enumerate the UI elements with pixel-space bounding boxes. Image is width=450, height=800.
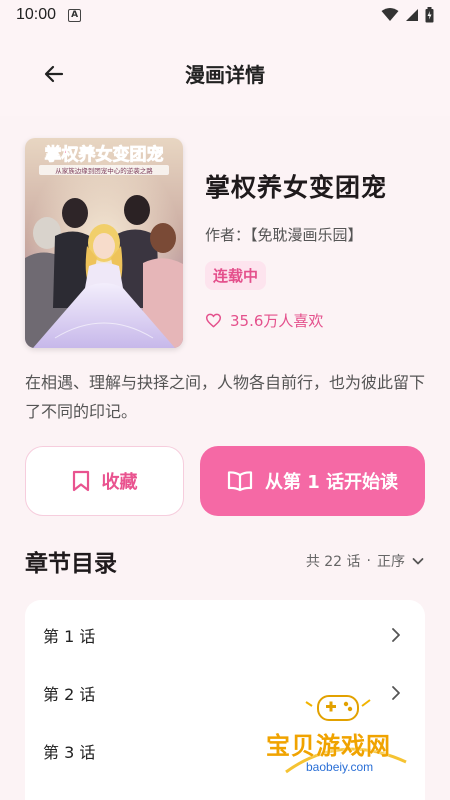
likes-count: 35.6万人喜欢 <box>230 312 324 330</box>
chapter-label: 第 3 话 <box>43 743 96 762</box>
start-reading-button[interactable]: 从第 1 话开始读 <box>200 446 425 516</box>
likes-row: 35.6万人喜欢 <box>205 310 387 331</box>
wifi-icon <box>381 8 399 21</box>
favorite-label: 收藏 <box>101 472 138 493</box>
arrow-left-icon <box>44 65 64 83</box>
chapters-meta: 共 22 话 · 正序 <box>306 551 425 571</box>
book-title: 掌权养女变团宠 <box>205 173 388 202</box>
cover-subtitle-text: 从家族边缘到团宠中心的逆袭之路 <box>55 166 153 175</box>
signal-icon <box>406 9 418 21</box>
chapters-header: 章节目录 共 22 话 · 正序 <box>0 516 450 578</box>
bookmark-icon <box>72 470 89 492</box>
book-description: 在相遇、理解与抉择之间，人物各自前行，也为彼此留下了不同的印记。 <box>25 373 426 421</box>
watermark-text: 宝贝游戏网 <box>266 732 391 760</box>
heart-icon <box>205 313 222 328</box>
author-label: 作者：【免耽漫画乐园】 <box>205 226 363 244</box>
chevron-down-icon <box>412 558 424 565</box>
site-watermark: 宝贝游戏网 baobeiy.com <box>266 692 416 782</box>
book-info: 掌权养女变团宠 从家族边缘到团宠中心的逆袭之路 掌权养女变团宠 作者：【免耽漫画… <box>0 116 450 348</box>
meta-separator: · <box>366 553 371 569</box>
sort-label: 正序 <box>377 554 405 570</box>
chevron-right-icon <box>392 628 400 642</box>
chapter-label: 第 1 话 <box>43 627 96 646</box>
app-header: 漫画详情 <box>0 30 450 116</box>
chapters-title: 章节目录 <box>25 551 117 577</box>
watermark-url: baobeiy.com <box>306 760 374 774</box>
book-meta: 掌权养女变团宠 作者：【免耽漫画乐园】 连载中 35.6万人喜欢 <box>205 138 387 348</box>
status-time: 10:00 <box>16 6 57 23</box>
start-reading-label: 从第 1 话开始读 <box>264 472 399 493</box>
status-bar: 10:00 A <box>0 0 450 30</box>
cover-illustration: 掌权养女变团宠 从家族边缘到团宠中心的逆袭之路 <box>25 138 183 348</box>
book-cover[interactable]: 掌权养女变团宠 从家族边缘到团宠中心的逆袭之路 <box>25 138 183 348</box>
favorite-button[interactable]: 收藏 <box>25 446 184 516</box>
chapter-label: 第 2 话 <box>43 685 96 704</box>
back-button[interactable] <box>38 58 70 90</box>
sort-toggle[interactable]: 正序 <box>377 551 425 571</box>
notification-icon: A <box>68 8 82 22</box>
battery-icon <box>425 7 434 23</box>
open-book-icon <box>227 471 253 492</box>
action-buttons: 收藏 从第 1 话开始读 <box>0 426 450 516</box>
status-badge: 连载中 <box>205 261 267 290</box>
chapter-item[interactable]: 第 1 话 <box>25 606 425 664</box>
detail-content: 掌权养女变团宠 从家族边缘到团宠中心的逆袭之路 掌权养女变团宠 作者：【免耽漫画… <box>0 116 450 800</box>
chapter-count: 共 22 话 <box>305 554 361 570</box>
cover-title-text: 掌权养女变团宠 <box>45 144 164 165</box>
